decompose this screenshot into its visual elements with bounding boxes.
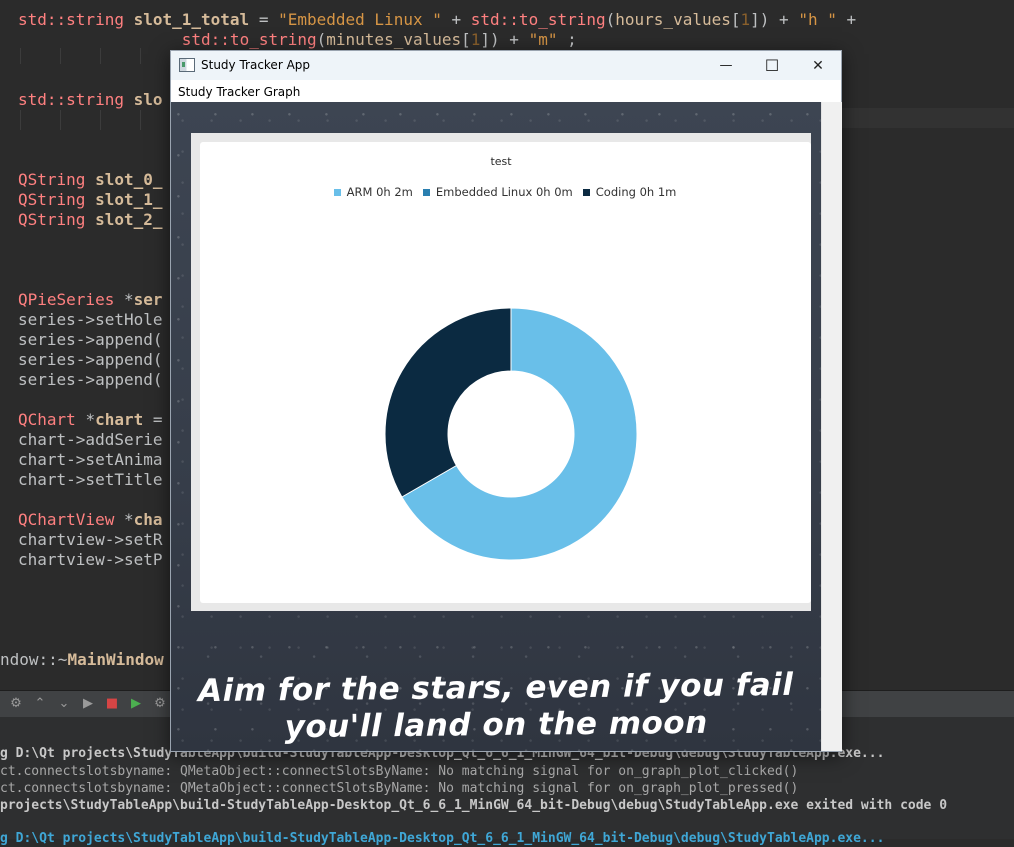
code-line: chart->addSerie (18, 430, 163, 449)
code-line: series->append( (18, 350, 163, 369)
rerun-icon[interactable]: ▶ (128, 696, 144, 712)
code-line: series->append( (18, 370, 163, 389)
menu-study-tracker-graph[interactable]: Study Tracker Graph (178, 85, 300, 99)
maximize-icon: ☐ (764, 56, 780, 75)
code-line: QChart *chart = (18, 410, 163, 429)
minimize-icon: — (719, 58, 733, 73)
title-bar[interactable]: Study Tracker App — ☐ ✕ (171, 51, 841, 80)
run-icon[interactable]: ▶ (80, 696, 96, 712)
close-button[interactable]: ✕ (795, 51, 841, 80)
code-line: QString slot_1_ (18, 190, 163, 209)
code-line: series->setHole (18, 310, 163, 329)
menu-bar: Study Tracker Graph (171, 80, 841, 102)
gear-icon[interactable]: ⚙ (152, 696, 168, 712)
code-line: std::string slo (18, 90, 163, 109)
output-line: ct.connectslotsbyname: QMetaObject::conn… (0, 764, 799, 779)
code-line: chartview->setP (18, 550, 163, 569)
chart-view[interactable]: test ARM 0h 2m Embedded Linux 0h 0m Coding… (191, 133, 811, 611)
indent-guide (100, 48, 101, 64)
close-icon: ✕ (812, 57, 824, 74)
central-widget: test ARM 0h 2m Embedded Linux 0h 0m Coding… (171, 102, 821, 751)
indent-guide (100, 110, 101, 130)
window-title: Study Tracker App (201, 58, 311, 72)
quote-line-1: Aim for the stars, even if you fail (197, 666, 794, 710)
motivational-quote: Aim for the stars, even if you fail you'… (171, 667, 822, 748)
chevron-down-icon[interactable]: ⌄ (56, 696, 72, 712)
donut-chart (384, 307, 638, 561)
indent-guide (140, 110, 141, 130)
pin-icon[interactable]: ⚙ (8, 696, 24, 712)
code-line: chart->setAnima (18, 450, 163, 469)
code-line: chart->setTitle (18, 470, 163, 489)
pie-slice[interactable] (384, 307, 512, 498)
output-line: projects\StudyTableApp\build-StudyTableA… (0, 798, 948, 813)
code-line: chartview->setR (18, 530, 163, 549)
indent-guide (20, 110, 21, 130)
quote-line-2: you'll land on the moon (284, 704, 708, 746)
vertical-scrollbar[interactable] (821, 102, 842, 751)
indent-guide (20, 48, 21, 64)
code-line: std::string slot_1_total = "Embedded Lin… (18, 10, 857, 29)
minimize-button[interactable]: — (703, 51, 749, 80)
code-line: series->append( (18, 330, 163, 349)
indent-guide (140, 48, 141, 64)
output-line: ct.connectslotsbyname: QMetaObject::conn… (0, 781, 799, 796)
stop-icon[interactable]: ■ (104, 696, 120, 712)
maximize-button[interactable]: ☐ (749, 51, 795, 80)
code-line: QChartView *cha (18, 510, 163, 529)
indent-guide (60, 110, 61, 130)
code-line: QString slot_2_ (18, 210, 163, 229)
app-window: Study Tracker App — ☐ ✕ Study Tracker Gr… (170, 50, 842, 752)
code-line: QPieSeries *ser (18, 290, 163, 309)
app-icon (179, 58, 195, 72)
chevron-up-icon[interactable]: ⌃ (32, 696, 48, 712)
code-line: std::to_string(minutes_values[1]) + "m" … (181, 30, 577, 49)
code-line: QString slot_0_ (18, 170, 163, 189)
indent-guide (60, 48, 61, 64)
code-line: ndow::~MainWindow (0, 650, 164, 669)
current-line-highlight (840, 108, 1014, 128)
